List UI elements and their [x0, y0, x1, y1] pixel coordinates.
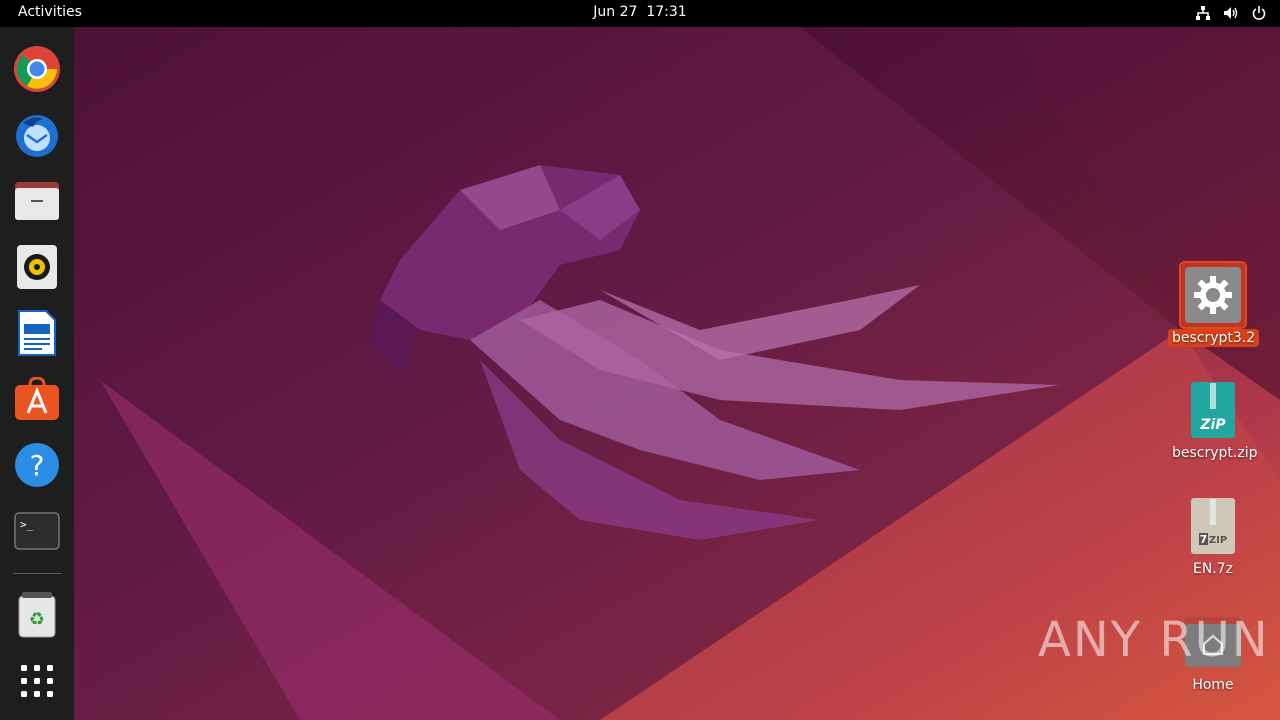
chrome-launcher[interactable]	[11, 43, 63, 95]
activities-button[interactable]: Activities	[18, 4, 82, 20]
chrome-icon	[14, 46, 60, 92]
clock-button[interactable]: Jun 27 17:31	[593, 4, 686, 20]
svg-text:?: ?	[30, 449, 45, 482]
desktop-item-en-7z[interactable]: 7 ZIP EN.7z	[1168, 494, 1258, 578]
terminal-icon: >_	[14, 512, 60, 550]
writer-launcher[interactable]	[11, 307, 63, 359]
top-bar: Activities Jun 27 17:31	[0, 0, 1280, 27]
libreoffice-writer-icon	[18, 310, 56, 356]
desktop-item-label: EN.7z	[1192, 561, 1234, 577]
thunderbird-launcher[interactable]	[11, 109, 63, 161]
trash-icon: ♻	[18, 592, 56, 638]
svg-text:♻: ♻	[29, 609, 45, 630]
files-launcher[interactable]	[11, 175, 63, 227]
desktop-item-icon-box: 7 ZIP	[1181, 494, 1245, 558]
help-icon: ?	[15, 443, 59, 487]
svg-text:ZiP: ZiP	[1199, 417, 1226, 433]
desktop-item-icon-box: ZiP	[1181, 378, 1245, 442]
app-center-icon	[15, 377, 59, 420]
desktop-item-bescrypt3-2[interactable]: bescrypt3.2	[1168, 261, 1260, 347]
trash-launcher[interactable]: ♻	[11, 589, 63, 641]
anyrun-watermark: ANY RUN	[1038, 612, 1270, 668]
volume-icon[interactable]	[1222, 4, 1240, 22]
dock: ? >_ ♻	[0, 27, 74, 720]
system-tray[interactable]	[1194, 4, 1268, 22]
svg-text:7: 7	[1200, 533, 1208, 546]
app-center-launcher[interactable]	[11, 373, 63, 425]
rhythmbox-icon	[17, 245, 57, 289]
desktop-item-icon-box	[1179, 261, 1247, 329]
svg-text:>_: >_	[20, 518, 34, 531]
rhythmbox-launcher[interactable]	[11, 241, 63, 293]
zip-archive-icon: ZiP	[1191, 382, 1235, 438]
date-label: Jun 27	[593, 4, 638, 20]
desktop-item-label: bescrypt.zip	[1172, 445, 1258, 461]
gear-icon	[1185, 267, 1241, 323]
7z-archive-icon: 7 ZIP	[1191, 498, 1235, 554]
thunderbird-icon	[16, 115, 58, 157]
desktop-item-label: bescrypt3.2	[1168, 329, 1260, 347]
terminal-launcher[interactable]: >_	[11, 505, 63, 557]
help-launcher[interactable]: ?	[11, 439, 63, 491]
svg-text:ZIP: ZIP	[1209, 535, 1227, 546]
files-icon	[15, 182, 59, 220]
show-apps-button[interactable]	[11, 655, 63, 707]
desktop-item-label: Home	[1192, 677, 1234, 693]
clock: Jun 27 17:31	[0, 4, 1280, 20]
network-icon[interactable]	[1194, 4, 1212, 22]
time-label: 17:31	[646, 4, 687, 20]
app-grid-icon	[21, 665, 53, 697]
power-icon[interactable]	[1250, 4, 1268, 22]
desktop-item-bescrypt-zip[interactable]: ZiP bescrypt.zip	[1168, 378, 1258, 462]
dock-separator	[13, 573, 61, 574]
